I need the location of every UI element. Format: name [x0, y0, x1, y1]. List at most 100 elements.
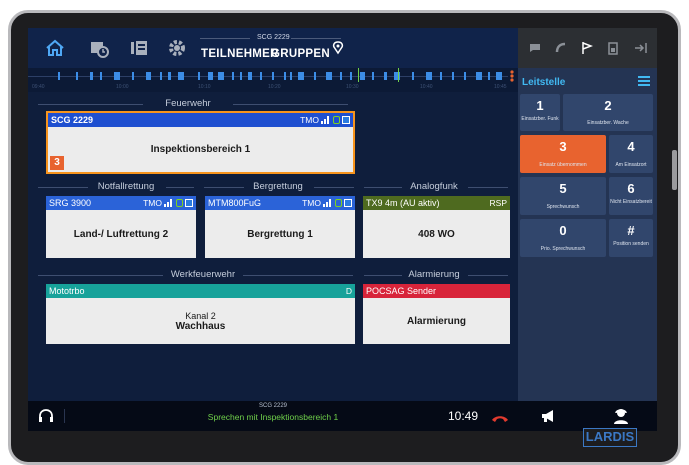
- card-title: TX9 4m (AU aktiv): [366, 198, 440, 208]
- card-body: Alarmierung: [363, 298, 510, 344]
- card-body-text: Inspektionsbereich 1: [150, 144, 251, 155]
- card-status: TMO: [300, 113, 350, 127]
- menu-icon[interactable]: [638, 76, 650, 86]
- encryption-icon: [185, 199, 193, 207]
- card-title: SRG 3900: [49, 198, 92, 208]
- card-header: SCG 2229 TMO: [48, 113, 353, 127]
- key-number: #: [627, 223, 635, 238]
- panel-title: Leitstelle: [522, 77, 566, 88]
- right-tab-bar: [518, 28, 657, 68]
- gear-icon[interactable]: [164, 35, 190, 61]
- key-label: Am Einsatzort: [615, 162, 647, 168]
- group-card-mtm800fug[interactable]: MTM800FuG TMO Bergrettung 1: [205, 196, 355, 258]
- key-number: 1: [536, 98, 544, 113]
- status-key-6[interactable]: 6 Nicht Einsatzbereit: [609, 177, 653, 215]
- card-title: SCG 2229: [51, 115, 94, 125]
- card-body-text: Land-/ Luftrettung 2: [73, 228, 169, 240]
- section-label-werkfeuerwehr: Werkfeuerwehr: [170, 269, 236, 280]
- key-label: Einsatz übernommen: [539, 162, 587, 168]
- status-key-3[interactable]: 3 Einsatz übernommen: [520, 135, 606, 173]
- key-number: 2: [604, 98, 612, 113]
- section-divider: [468, 275, 508, 276]
- calendar-clock-icon[interactable]: [86, 35, 112, 61]
- group-card-scg-2229[interactable]: SCG 2229 TMO Inspektionsbereich 1 3: [46, 111, 355, 174]
- section-divider: [38, 104, 143, 105]
- contacts-icon[interactable]: [126, 35, 152, 61]
- tab-teilnehmer[interactable]: TEILNEHMER: [201, 48, 279, 60]
- key-number: 5: [559, 181, 567, 196]
- section-divider: [166, 187, 194, 188]
- status-panel: Leitstelle 1 Einsatzber. Funk 2 Einsatzb…: [518, 68, 657, 401]
- sim-icon[interactable]: [602, 36, 624, 60]
- card-mode: D: [345, 286, 352, 296]
- status-key-5[interactable]: 5 Sprechwunsch: [520, 177, 606, 215]
- key-label: Einsatzber. Funk: [521, 116, 559, 122]
- message-icon[interactable]: [524, 36, 546, 60]
- key-label: Nicht Einsatzbereit: [610, 199, 652, 205]
- tab-gruppen[interactable]: GRUPPEN: [271, 48, 330, 60]
- timeline-label: 10:45: [494, 84, 507, 90]
- section-divider: [314, 187, 354, 188]
- card-status: TMO: [143, 196, 193, 210]
- section-divider: [243, 275, 353, 276]
- location-pin-icon[interactable]: [325, 35, 351, 61]
- status-key-hash[interactable]: # Position senden: [609, 219, 653, 257]
- screen: SCG 2229 TEILNEHMER GRUPPEN 09:40 10:00 …: [28, 28, 657, 431]
- operator-icon[interactable]: [612, 407, 630, 430]
- status-badge: 3: [50, 156, 64, 170]
- encryption-icon: [342, 116, 350, 124]
- status-key-2[interactable]: 2 Einsatzber. Wache: [563, 94, 653, 131]
- group-card-tx9[interactable]: TX9 4m (AU aktiv) RSP 408 WO: [363, 196, 510, 258]
- encryption-icon: [344, 199, 352, 207]
- card-body: Bergrettung 1: [205, 210, 355, 258]
- status-key-0[interactable]: 0 Prio. Sprechwunsch: [520, 219, 606, 257]
- section-divider: [364, 187, 402, 188]
- key-number: 6: [627, 181, 635, 196]
- lock-icon: [176, 199, 183, 207]
- section-divider: [38, 275, 163, 276]
- timeline-label: 10:10: [198, 84, 211, 90]
- card-title: MTM800FuG: [208, 198, 262, 208]
- megaphone-icon[interactable]: [540, 409, 558, 428]
- phone-icon[interactable]: [550, 36, 572, 60]
- call-status-message: Sprechen mit Inspektionsbereich 1: [207, 412, 339, 422]
- clock: 10:49: [448, 409, 479, 423]
- flag-icon[interactable]: [576, 36, 598, 60]
- signal-icon: [164, 199, 174, 207]
- timeline-label: 10:20: [268, 84, 281, 90]
- card-header: POCSAG Sender: [363, 284, 510, 298]
- home-icon[interactable]: [42, 35, 68, 61]
- logout-icon[interactable]: [630, 36, 652, 60]
- group-card-mototrbo[interactable]: Mototrbo D Kanal 2 Wachhaus: [46, 284, 355, 344]
- card-title: POCSAG Sender: [366, 286, 437, 296]
- card-header: SRG 3900 TMO: [46, 196, 196, 210]
- card-header: TX9 4m (AU aktiv) RSP: [363, 196, 510, 210]
- bottom-right-bar: [518, 401, 657, 431]
- card-header: Mototrbo D: [46, 284, 355, 298]
- key-label: Position senden: [613, 241, 649, 247]
- card-body: Kanal 2 Wachhaus: [46, 298, 355, 344]
- signal-icon: [321, 116, 331, 124]
- card-body: Inspektionsbereich 1: [48, 127, 353, 172]
- mode-label: TMO: [302, 198, 321, 208]
- top-navigation: SCG 2229 TEILNEHMER GRUPPEN: [28, 28, 518, 68]
- mode-label: TMO: [300, 115, 319, 125]
- timeline-labels: 09:40 10:00 10:10 10:20 10:30 10:40 10:4…: [28, 84, 518, 92]
- status-key-4[interactable]: 4 Am Einsatzort: [609, 135, 653, 173]
- section-label-alarmierung: Alarmierung: [408, 269, 460, 280]
- section-divider: [38, 187, 88, 188]
- key-label: Prio. Sprechwunsch: [540, 246, 586, 252]
- card-body: 408 WO: [363, 210, 510, 258]
- status-key-1[interactable]: 1 Einsatzber. Funk: [520, 94, 560, 131]
- hang-up-icon[interactable]: [491, 410, 509, 428]
- card-title: Mototrbo: [49, 286, 85, 296]
- key-number: 3: [559, 139, 567, 154]
- lock-icon: [335, 199, 342, 207]
- activity-timeline[interactable]: 09:40 10:00 10:10 10:20 10:30 10:40 10:4…: [28, 68, 518, 92]
- key-label: Einsatzber. Wache: [587, 120, 629, 126]
- bottom-status-bar: SCG 2229 Sprechen mit Inspektionsbereich…: [28, 401, 518, 431]
- section-divider: [204, 187, 244, 188]
- timeline-label: 10:30: [346, 84, 359, 90]
- group-card-srg-3900[interactable]: SRG 3900 TMO Land-/ Luftrettung 2: [46, 196, 196, 258]
- group-card-pocsag[interactable]: POCSAG Sender Alarmierung: [363, 284, 510, 344]
